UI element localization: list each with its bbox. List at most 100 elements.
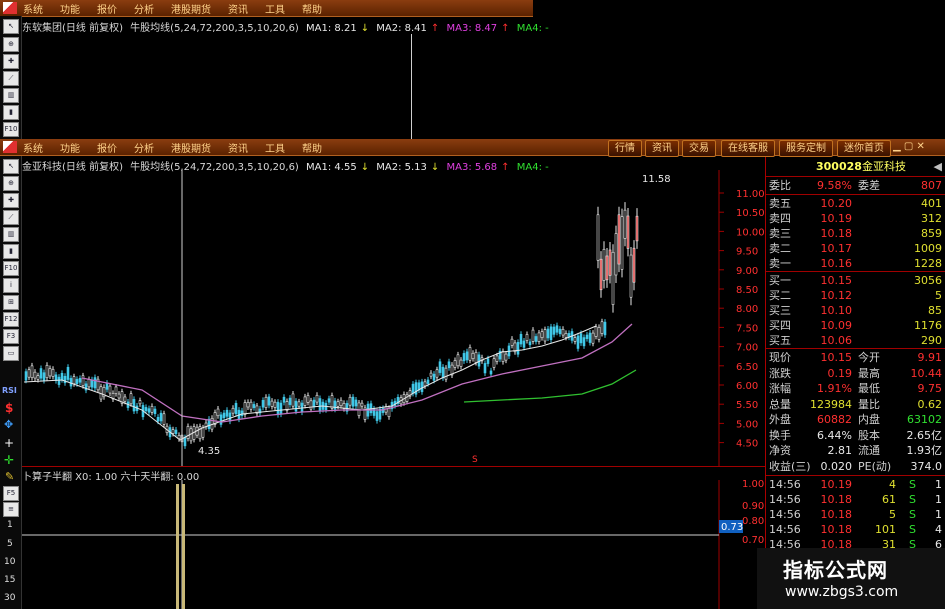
candle	[623, 209, 627, 239]
button-service-custom[interactable]: 服务定制	[779, 140, 833, 157]
stat-value: 0.19	[827, 366, 853, 380]
menu-quote[interactable]: 报价	[97, 1, 117, 16]
menu-tools[interactable]: 工具	[265, 1, 285, 16]
f5-icon[interactable]: F5	[3, 486, 19, 501]
candle	[456, 354, 460, 367]
candle	[600, 321, 604, 334]
tick-price: 10.18	[820, 523, 853, 536]
tick-volume: 4	[889, 478, 896, 491]
f12-icon[interactable]: F12	[3, 312, 19, 327]
candle	[597, 327, 601, 340]
quote-panel: 300028 金亚科技 ◀ 委比 9.58% 委差 807 卖五 10.20 401…	[765, 157, 945, 609]
cursor-icon[interactable]: ↖	[3, 19, 19, 34]
cursor-icon[interactable]: ↖	[3, 159, 19, 174]
info-icon[interactable]: i	[3, 278, 19, 293]
candle	[564, 333, 568, 338]
candle	[105, 382, 109, 390]
zoom-icon[interactable]: ⊕	[3, 37, 19, 52]
candle	[492, 358, 496, 368]
buy-volume: 3056	[914, 274, 942, 287]
f3-icon[interactable]: F3	[3, 329, 19, 344]
menu-help[interactable]: 帮助	[302, 140, 322, 155]
menu-system[interactable]: 系统	[23, 1, 43, 16]
tick-price: 10.19	[820, 478, 853, 491]
kline-chart[interactable]: 11.00 10.50 10.00 9.50 9.00 8.50 8.00 7.50 7.00 6…	[22, 170, 765, 467]
scroll-arrow-icon[interactable]: ◀	[934, 159, 942, 174]
menu-hk-futures[interactable]: 港股期货	[171, 140, 211, 155]
bars-icon[interactable]: ▥	[3, 88, 19, 103]
cross-icon[interactable]: ✛	[4, 453, 14, 467]
dollar-icon[interactable]: $	[5, 401, 13, 415]
candles-icon[interactable]: ▮	[3, 105, 19, 120]
crosshair-icon[interactable]: ✚	[3, 193, 19, 208]
candle	[635, 215, 639, 242]
crosshair-icon[interactable]: ✚	[3, 54, 19, 69]
fit-icon[interactable]: ▭	[3, 346, 19, 361]
candle	[243, 402, 247, 415]
f10-icon[interactable]: F10	[3, 122, 19, 137]
candle	[108, 385, 112, 394]
candle	[594, 326, 598, 337]
menu-quote[interactable]: 报价	[97, 140, 117, 155]
candle	[528, 341, 532, 346]
window-controls[interactable]: ▁ ▢ ✕	[893, 141, 943, 154]
menu-system[interactable]: 系统	[23, 140, 43, 155]
menu-function[interactable]: 功能	[60, 140, 80, 155]
candle	[39, 368, 43, 379]
candle	[333, 400, 337, 410]
menu-analysis[interactable]: 分析	[134, 140, 154, 155]
period-5[interactable]: 5	[7, 539, 13, 549]
menu-function[interactable]: 功能	[60, 1, 80, 16]
tick-volume: 61	[882, 493, 896, 506]
bars-icon[interactable]: ▥	[3, 227, 19, 242]
candle	[252, 404, 256, 408]
button-hangqing[interactable]: 行情	[608, 140, 642, 157]
nav-icon[interactable]: ✥	[4, 418, 13, 431]
indicator-bar	[176, 484, 179, 609]
indicator-chart[interactable]: 1.00 0.90 0.80 0.70 0.73	[22, 480, 765, 609]
candle	[183, 437, 187, 447]
period-15[interactable]: 15	[4, 575, 15, 585]
plus-icon[interactable]: +	[4, 436, 14, 450]
menu-analysis[interactable]: 分析	[134, 1, 154, 16]
buy-row: 买二 10.12 5	[766, 288, 945, 303]
candle	[174, 429, 178, 434]
split-icon[interactable]: ⊞	[3, 295, 19, 310]
line-icon[interactable]: ⟋	[3, 71, 19, 86]
zoom-icon[interactable]: ⊕	[3, 176, 19, 191]
menu-news[interactable]: 资讯	[228, 1, 248, 16]
candles-icon[interactable]: ▮	[3, 244, 19, 259]
f10-icon[interactable]: F10	[3, 261, 19, 276]
button-online-service[interactable]: 在线客服	[721, 140, 775, 157]
tick-row: 14:56 10.19 4 S 1	[766, 477, 945, 492]
pen-icon[interactable]: ✎	[5, 470, 14, 483]
sell-label: 卖二	[769, 242, 791, 255]
candle	[540, 331, 544, 338]
low-label: 4.35	[198, 446, 220, 457]
stat-label: 总量	[769, 397, 791, 411]
button-zixun[interactable]: 资讯	[645, 140, 679, 157]
menu-help[interactable]: 帮助	[302, 1, 322, 16]
candle	[444, 367, 448, 380]
period-30[interactable]: 30	[4, 593, 15, 603]
menu-tools[interactable]: 工具	[265, 140, 285, 155]
line-icon[interactable]: ⟋	[3, 210, 19, 225]
stat-label: 换手	[769, 428, 791, 442]
period-10[interactable]: 10	[4, 557, 15, 567]
button-jiaoyi[interactable]: 交易	[682, 140, 716, 157]
sell-row: 卖三 10.18 859	[766, 226, 945, 241]
tick-side: S	[909, 508, 916, 521]
buy-price: 10.10	[820, 304, 853, 317]
rsi-icon[interactable]: RSI	[2, 386, 17, 395]
candle	[579, 333, 583, 344]
stack-icon[interactable]: ≡	[3, 502, 19, 517]
menu-hk-futures[interactable]: 港股期货	[171, 1, 211, 16]
button-mini-home[interactable]: 迷你首页	[837, 140, 891, 157]
candle	[90, 379, 94, 388]
buy-label: 买三	[769, 304, 791, 317]
period-1[interactable]: 1	[7, 520, 13, 530]
candle	[42, 372, 46, 381]
menu-news[interactable]: 资讯	[228, 140, 248, 155]
candle	[543, 329, 547, 342]
candle	[171, 429, 175, 434]
